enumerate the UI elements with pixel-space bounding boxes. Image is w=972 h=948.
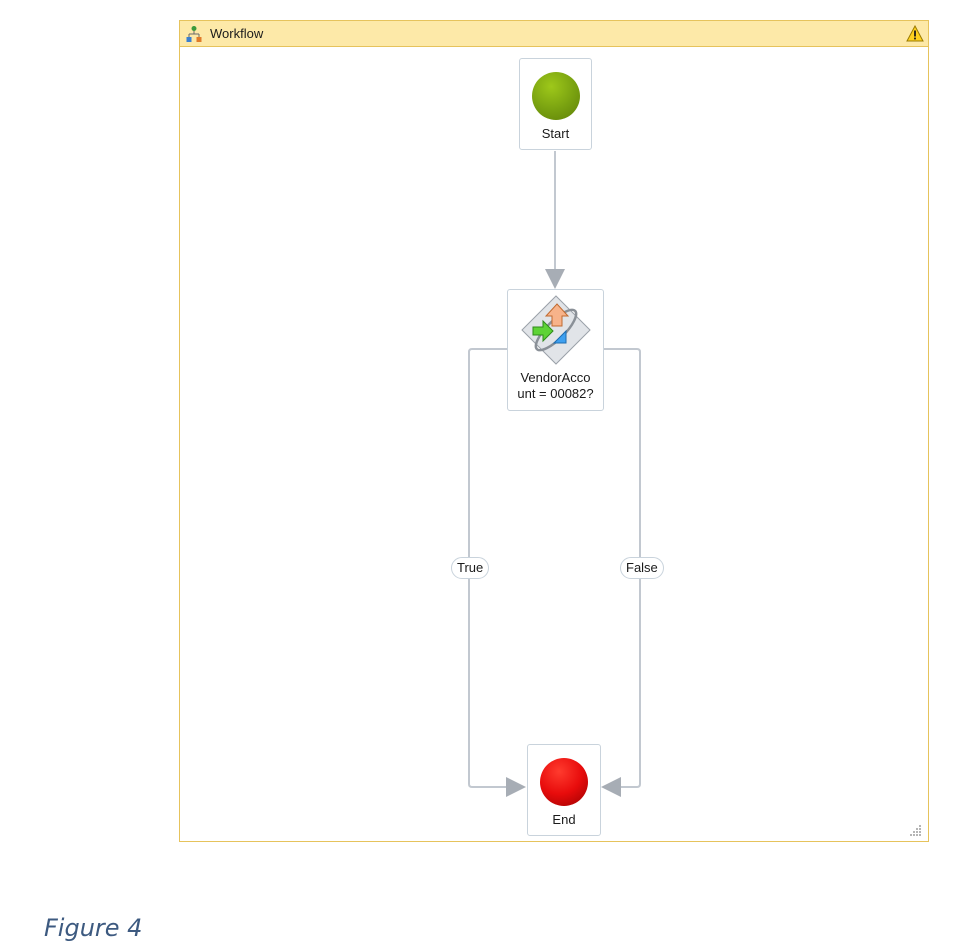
warning-icon[interactable] <box>906 24 924 42</box>
flow-decision-icon <box>520 294 592 366</box>
workflow-designer: Workflow Start VendorAcco unt = 00082? T… <box>179 20 929 842</box>
true-branch-label[interactable]: True <box>451 557 490 579</box>
flowchart-icon <box>184 24 204 44</box>
end-label: End <box>552 812 576 827</box>
end-circle-icon <box>540 758 588 806</box>
decision-node[interactable]: VendorAcco unt = 00082? <box>507 289 604 411</box>
resize-grip-icon[interactable] <box>910 823 922 836</box>
designer-title: Workflow <box>210 26 264 41</box>
decision-condition-label: VendorAcco unt = 00082? <box>517 370 594 401</box>
start-node[interactable]: Start <box>519 58 592 150</box>
false-branch-label[interactable]: False <box>620 557 664 579</box>
start-label: Start <box>541 126 570 141</box>
designer-header: Workflow <box>180 21 928 47</box>
end-node[interactable]: End <box>527 744 601 836</box>
start-circle-icon <box>531 72 580 120</box>
figure-caption: Figure 4 <box>44 914 143 942</box>
